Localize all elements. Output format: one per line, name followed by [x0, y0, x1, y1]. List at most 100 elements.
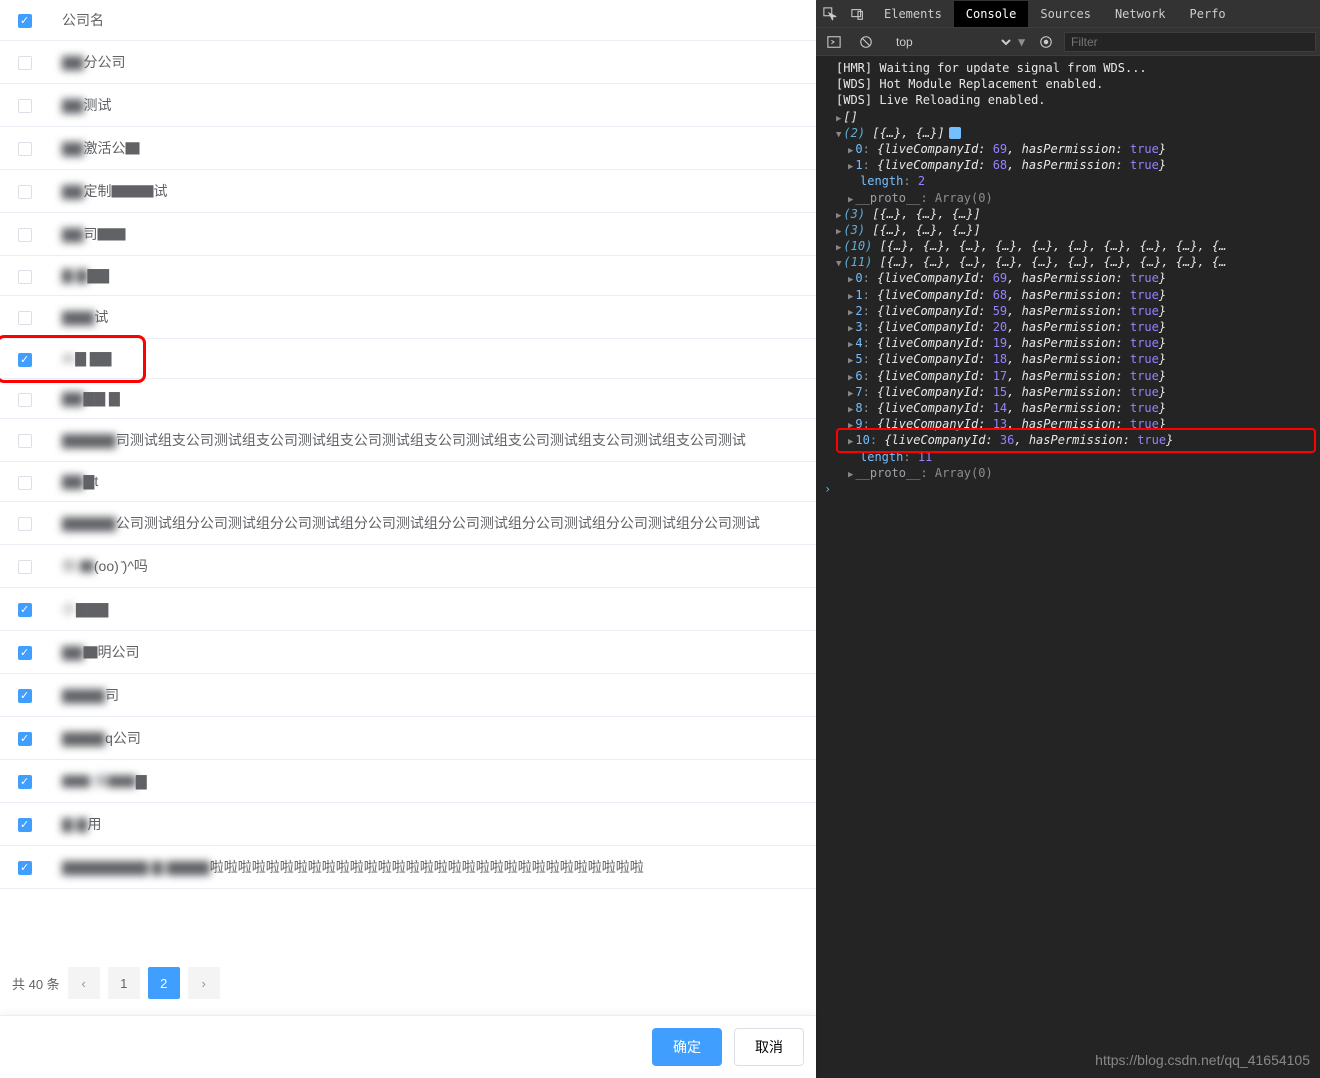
- tab-network[interactable]: Network: [1103, 1, 1178, 27]
- table-row[interactable]: ▇ ▇用: [0, 803, 816, 846]
- table-row[interactable]: ▇ ▇▇▇: [0, 256, 816, 296]
- console-array-header[interactable]: (10) [{…}, {…}, {…}, {…}, {…}, {…}, {…},…: [824, 238, 1320, 254]
- console-array-item[interactable]: 1: {liveCompanyId: 68, hasPermission: tr…: [824, 157, 1320, 173]
- table-container: 公司名 ▇▇分公司▇▇测试▇▇激活公▇▇▇定制▇▇▇试▇▇司▇▇▇ ▇▇▇▇▇▇…: [0, 0, 816, 951]
- live-expression-icon[interactable]: [1032, 28, 1060, 56]
- company-name-cell: AI▇ ▇▇: [50, 339, 816, 379]
- row-checkbox[interactable]: [18, 434, 32, 448]
- row-checkbox[interactable]: [18, 99, 32, 113]
- row-checkbox[interactable]: [18, 311, 32, 325]
- log-empty-array[interactable]: []: [824, 109, 1320, 125]
- row-checkbox[interactable]: [18, 689, 32, 703]
- console-array-item[interactable]: 1: {liveCompanyId: 68, hasPermission: tr…: [824, 287, 1320, 303]
- row-checkbox[interactable]: [18, 270, 32, 284]
- table-row[interactable]: ▇▇ 保▇▇▇: [0, 760, 816, 803]
- device-toggle-icon[interactable]: [844, 0, 872, 28]
- console-array-item[interactable]: 4: {liveCompanyId: 19, hasPermission: tr…: [824, 335, 1320, 351]
- prev-page-button[interactable]: ‹: [68, 967, 100, 999]
- row-checkbox[interactable]: [18, 560, 32, 574]
- ok-button[interactable]: 确定: [652, 1028, 722, 1066]
- row-checkbox[interactable]: [18, 393, 32, 407]
- console-output: [HMR] Waiting for update signal from WDS…: [816, 56, 1320, 1078]
- row-checkbox[interactable]: [18, 646, 32, 660]
- row-checkbox[interactable]: [18, 476, 32, 490]
- row-checkbox[interactable]: [18, 517, 32, 531]
- company-name-cell: ▇ ▇用: [50, 803, 816, 846]
- table-row[interactable]: ▇▇测试: [0, 84, 816, 127]
- table-row[interactable]: ▇▇定制▇▇▇试: [0, 170, 816, 213]
- console-array-item[interactable]: 6: {liveCompanyId: 17, hasPermission: tr…: [824, 368, 1320, 384]
- table-row[interactable]: ▇▇分公司: [0, 41, 816, 84]
- console-sidebar-toggle-icon[interactable]: [820, 28, 848, 56]
- console-array-header[interactable]: (2) [{…}, {…}]: [824, 125, 1320, 141]
- console-array-proto[interactable]: __proto__: Array(0): [824, 465, 1320, 481]
- console-array-item[interactable]: 7: {liveCompanyId: 15, hasPermission: tr…: [824, 384, 1320, 400]
- row-checkbox[interactable]: [18, 732, 32, 746]
- table-row[interactable]: 小▇▇▇: [0, 588, 816, 631]
- pagination: 共 40 条 ‹ 1 2 ›: [0, 951, 816, 1015]
- row-checkbox[interactable]: [18, 185, 32, 199]
- console-array-header[interactable]: (11) [{…}, {…}, {…}, {…}, {…}, {…}, {…},…: [824, 254, 1320, 270]
- table-row[interactable]: ▇▇▇t: [0, 462, 816, 502]
- row-checkbox[interactable]: [18, 228, 32, 242]
- console-array-item[interactable]: 9: {liveCompanyId: 13, hasPermission: tr…: [824, 416, 1320, 432]
- console-array-item[interactable]: 10: {liveCompanyId: 36, hasPermission: t…: [824, 432, 1320, 448]
- table-row[interactable]: ▇▇▇▇▇▇▇▇ ▇ ▇▇▇▇啦啦啦啦啦啦啦啦啦啦啦啦啦啦啦啦啦啦啦啦啦啦啦啦啦…: [0, 846, 816, 889]
- table-row[interactable]: ▇▇激活公▇: [0, 127, 816, 170]
- clear-console-icon[interactable]: [852, 28, 880, 56]
- console-array-item[interactable]: 0: {liveCompanyId: 69, hasPermission: tr…: [824, 270, 1320, 286]
- table-row[interactable]: ▇▇▇▇司: [0, 674, 816, 717]
- row-checkbox[interactable]: [18, 861, 32, 875]
- page-1-button[interactable]: 1: [108, 967, 140, 999]
- next-page-button[interactable]: ›: [188, 967, 220, 999]
- page-2-button[interactable]: 2: [148, 967, 180, 999]
- console-array-item[interactable]: 0: {liveCompanyId: 69, hasPermission: tr…: [824, 141, 1320, 157]
- context-select[interactable]: top: [884, 32, 1014, 52]
- row-checkbox[interactable]: [18, 56, 32, 70]
- tab-elements[interactable]: Elements: [872, 1, 954, 27]
- console-prompt[interactable]: ›: [824, 481, 1320, 497]
- select-all-checkbox[interactable]: [18, 14, 32, 28]
- console-array-proto[interactable]: __proto__: Array(0): [824, 190, 1320, 206]
- company-name-cell: ▇▇▇▇司: [50, 674, 816, 717]
- tab-sources[interactable]: Sources: [1028, 1, 1103, 27]
- table-row[interactable]: ▇▇▇▇▇司测试组支公司测试组支公司测试组支公司测试组支公司测试组支公司测试组支…: [0, 419, 816, 462]
- table-row[interactable]: AI▇ ▇▇: [0, 339, 816, 379]
- row-checkbox[interactable]: [18, 142, 32, 156]
- console-array-header[interactable]: (3) [{…}, {…}, {…}]: [824, 206, 1320, 222]
- log-hmr: [HMR] Waiting for update signal from WDS…: [824, 60, 1320, 76]
- tab-console[interactable]: Console: [954, 1, 1029, 27]
- console-array-item[interactable]: 5: {liveCompanyId: 18, hasPermission: tr…: [824, 351, 1320, 367]
- row-checkbox[interactable]: [18, 818, 32, 832]
- company-name-cell: ▇▇定制▇▇▇试: [50, 170, 816, 213]
- inspect-icon[interactable]: [816, 0, 844, 28]
- devtools-tabs: Elements Console Sources Network Perfo: [872, 1, 1238, 27]
- row-checkbox[interactable]: [18, 353, 32, 367]
- table-row[interactable]: ▇▇▇明公司: [0, 631, 816, 674]
- company-name-cell: ▇▇▇▇▇公司测试组分公司测试组分公司测试组分公司测试组分公司测试组分公司测试组…: [50, 502, 816, 545]
- table-row[interactable]: ▇▇▇▇▇公司测试组分公司测试组分公司测试组分公司测试组分公司测试组分公司测试组…: [0, 502, 816, 545]
- row-checkbox[interactable]: [18, 603, 32, 617]
- console-array-item[interactable]: 3: {liveCompanyId: 20, hasPermission: tr…: [824, 319, 1320, 335]
- log-wds-reload: [WDS] Live Reloading enabled.: [824, 92, 1320, 108]
- console-array-item[interactable]: 8: {liveCompanyId: 14, hasPermission: tr…: [824, 400, 1320, 416]
- filter-input[interactable]: [1064, 32, 1316, 52]
- company-name-cell: ▇▇测试: [50, 84, 816, 127]
- table-row[interactable]: ▇▇司▇▇: [0, 213, 816, 256]
- table-row[interactable]: ▇▇▇▇ ▇: [0, 379, 816, 419]
- cancel-button[interactable]: 取消: [734, 1028, 804, 1066]
- row-checkbox[interactable]: [18, 775, 32, 789]
- table-row[interactable]: ▇▇▇▇q公司: [0, 717, 816, 760]
- company-list-panel: 公司名 ▇▇分公司▇▇测试▇▇激活公▇▇▇定制▇▇▇试▇▇司▇▇▇ ▇▇▇▇▇▇…: [0, 0, 816, 1078]
- company-name-cell: ▇▇▇试: [50, 296, 816, 339]
- console-array-header[interactable]: (3) [{…}, {…}, {…}]: [824, 222, 1320, 238]
- company-name-cell: 俆 ▇(oo) ̄)^吗: [50, 545, 816, 588]
- watermark: https://blog.csdn.net/qq_41654105: [1095, 1052, 1310, 1068]
- console-array-item[interactable]: 2: {liveCompanyId: 59, hasPermission: tr…: [824, 303, 1320, 319]
- company-name-cell: ▇▇分公司: [50, 41, 816, 84]
- tab-performance[interactable]: Perfo: [1178, 1, 1238, 27]
- header-checkbox-col: [0, 0, 50, 41]
- total-count: 共 40 条: [12, 974, 60, 993]
- table-row[interactable]: ▇▇▇试: [0, 296, 816, 339]
- table-row[interactable]: 俆 ▇(oo) ̄)^吗: [0, 545, 816, 588]
